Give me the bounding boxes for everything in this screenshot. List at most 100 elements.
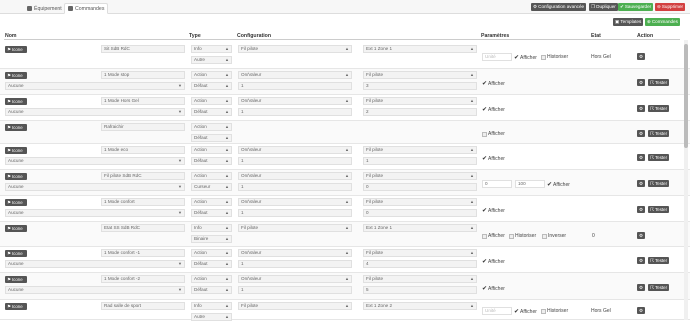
historiser-checkbox[interactable]: Historiser <box>509 233 536 239</box>
add-command-button[interactable]: ⊕ Commandes <box>645 18 680 26</box>
config-value-input-2[interactable]: 0 <box>363 209 477 217</box>
subtype-select[interactable]: Défaut ▲ <box>191 286 232 294</box>
command-name-input[interactable]: 1 Mode eco <box>101 146 185 154</box>
afficher-checkbox[interactable]: ✔ Afficher <box>482 258 505 266</box>
config-select-1[interactable]: On/Valeur ▲ <box>238 71 352 79</box>
config-value-input-1[interactable]: 1 <box>238 157 352 165</box>
config-select-2[interactable]: Fil pilote ▲ <box>363 275 477 283</box>
config-select-2[interactable]: Ext 1 Zone 2 ▲ <box>363 302 477 310</box>
command-name-input[interactable]: 1 Mode confort -2 <box>101 275 185 283</box>
type-select[interactable]: Info ▲ <box>191 45 232 53</box>
parent-command-select[interactable]: Aucune ▼ <box>5 82 185 90</box>
advanced-config-button[interactable]: ⚙ Configuration avancée <box>531 3 587 11</box>
type-select[interactable]: Action ▲ <box>191 71 232 79</box>
command-name-input[interactable]: Rafraichir <box>101 123 185 131</box>
subtype-select[interactable]: Défaut ▲ <box>191 82 232 90</box>
type-select[interactable]: Action ▲ <box>191 249 232 257</box>
config-value-input-1[interactable]: 1 <box>238 108 352 116</box>
max-input[interactable]: 100 <box>515 180 545 188</box>
tab-commandes[interactable]: Commandes <box>64 3 109 14</box>
icon-button[interactable]: ⚑Icone <box>5 199 27 206</box>
icon-button[interactable]: ⚑Icone <box>5 147 27 154</box>
tab-equipement[interactable]: Équipement <box>24 3 65 14</box>
config-select-1[interactable]: Fil pilote ▲ <box>238 302 352 310</box>
type-select[interactable]: Action ▲ <box>191 198 232 206</box>
test-command-button[interactable]: ☈ Tester <box>648 206 670 213</box>
icon-button[interactable]: ⚑Icone <box>5 46 27 53</box>
config-select-2[interactable]: Ext 1 Zone 1 ▲ <box>363 45 477 53</box>
icon-button[interactable]: ⚑Icone <box>5 303 27 310</box>
icon-button[interactable]: ⚑Icone <box>5 276 27 283</box>
command-name-input[interactable]: Sit SdB RdC <box>101 45 185 53</box>
configure-command-button[interactable]: ⚙ <box>637 130 645 137</box>
parent-command-select[interactable]: Aucune ▼ <box>5 260 185 268</box>
afficher-checkbox[interactable]: ✔ Afficher <box>482 285 505 293</box>
test-command-button[interactable]: ☈ Tester <box>648 154 670 161</box>
configure-command-button[interactable]: ⚙ <box>637 79 645 86</box>
config-select-2[interactable]: Fil pilote ▲ <box>363 71 477 79</box>
subtype-select[interactable]: Défaut ▲ <box>191 108 232 116</box>
type-select[interactable]: Action ▲ <box>191 275 232 283</box>
config-value-input-2[interactable]: 0 <box>363 183 477 191</box>
configure-command-button[interactable]: ⚙ <box>637 180 645 187</box>
test-command-button[interactable]: ☈ Tester <box>648 284 670 291</box>
parent-command-select[interactable]: Aucune ▼ <box>5 183 185 191</box>
command-name-input[interactable]: 1 Mode stop <box>101 71 185 79</box>
min-input[interactable]: 0 <box>482 180 512 188</box>
type-select[interactable]: Action ▲ <box>191 97 232 105</box>
config-value-input-2[interactable]: 3 <box>363 82 477 90</box>
config-select-1[interactable]: On/Valeur ▲ <box>238 97 352 105</box>
config-value-input-1[interactable]: 1 <box>238 260 352 268</box>
config-select-1[interactable]: On/Valeur ▲ <box>238 172 352 180</box>
config-value-input-2[interactable]: 2 <box>363 108 477 116</box>
configure-command-button[interactable]: ⚙ <box>637 154 645 161</box>
config-value-input-2[interactable]: 5 <box>363 286 477 294</box>
subtype-select[interactable]: Défaut ▲ <box>191 157 232 165</box>
config-select-1[interactable]: Fil pilote ▲ <box>238 45 352 53</box>
icon-button[interactable]: ⚑Icone <box>5 98 27 105</box>
command-name-input[interactable]: Etat SS SdB RdC <box>101 224 185 232</box>
subtype-select[interactable]: Curseur ▲ <box>191 183 232 191</box>
subtype-select[interactable]: Défaut ▲ <box>191 134 232 142</box>
type-select[interactable]: Action ▲ <box>191 172 232 180</box>
duplicate-button[interactable]: ❐ Dupliquer <box>589 3 618 11</box>
config-value-input-1[interactable]: 1 <box>238 183 352 191</box>
config-select-2[interactable]: Fil pilote ▲ <box>363 198 477 206</box>
subtype-select[interactable]: Défaut ▲ <box>191 209 232 217</box>
unit-input[interactable]: Unité <box>482 53 512 61</box>
test-command-button[interactable]: ☈ Tester <box>648 180 670 187</box>
config-select-2[interactable]: Fil pilote ▲ <box>363 249 477 257</box>
afficher-checkbox[interactable]: ✔ Afficher <box>514 54 537 62</box>
scrollbar-thumb[interactable] <box>684 44 688 148</box>
afficher-checkbox[interactable]: ✔ Afficher <box>482 106 505 114</box>
config-select-1[interactable]: Fil pilote ▲ <box>238 224 352 232</box>
config-value-input-2[interactable]: 4 <box>363 260 477 268</box>
configure-command-button[interactable]: ⚙ <box>637 105 645 112</box>
historiser-checkbox[interactable]: Historiser <box>541 54 568 60</box>
command-name-input[interactable]: 1 Mode confort -1 <box>101 249 185 257</box>
historiser-checkbox[interactable]: Historiser <box>541 308 568 314</box>
config-select-1[interactable]: On/Valeur ▲ <box>238 198 352 206</box>
inverser-checkbox[interactable]: Inverser <box>542 233 566 239</box>
parent-command-select[interactable]: Aucune ▼ <box>5 108 185 116</box>
config-select-2[interactable]: Fil pilote ▲ <box>363 97 477 105</box>
config-select-2[interactable]: Fil pilote ▲ <box>363 172 477 180</box>
type-select[interactable]: Action ▲ <box>191 146 232 154</box>
afficher-checkbox[interactable]: ✔ Afficher <box>547 181 570 189</box>
parent-command-select[interactable]: Aucune ▼ <box>5 286 185 294</box>
afficher-checkbox[interactable]: Afficher <box>482 131 505 137</box>
icon-button[interactable]: ⚑Icone <box>5 173 27 180</box>
subtype-select[interactable]: Autre ▲ <box>191 56 232 64</box>
afficher-checkbox[interactable]: ✔ Afficher <box>482 207 505 215</box>
icon-button[interactable]: ⚑Icone <box>5 72 27 79</box>
save-button[interactable]: ✔ Sauvegarder <box>618 3 654 11</box>
icon-button[interactable]: ⚑Icone <box>5 225 27 232</box>
icon-button[interactable]: ⚑Icone <box>5 124 27 131</box>
configure-command-button[interactable]: ⚙ <box>637 284 645 291</box>
parent-command-select[interactable]: Aucune ▼ <box>5 157 185 165</box>
configure-command-button[interactable]: ⚙ <box>637 232 645 239</box>
config-select-2[interactable]: Fil pilote ▲ <box>363 146 477 154</box>
config-value-input-1[interactable]: 1 <box>238 209 352 217</box>
subtype-select[interactable]: Défaut ▲ <box>191 260 232 268</box>
config-value-input-1[interactable]: 1 <box>238 82 352 90</box>
